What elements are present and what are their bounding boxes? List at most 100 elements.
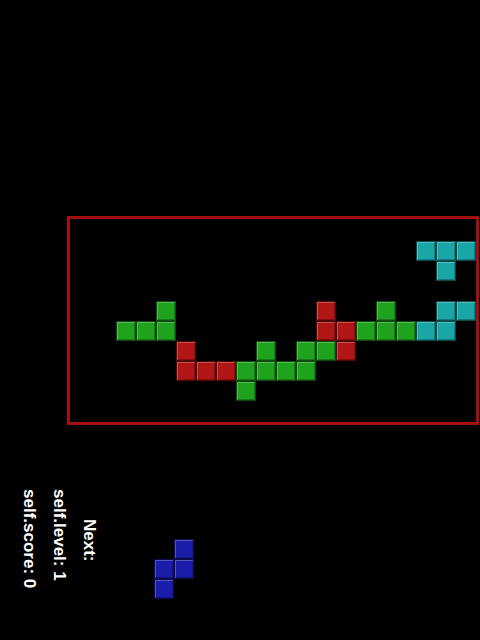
empty-cell [136,361,156,381]
empty-cell [236,401,256,421]
empty-cell [396,361,416,381]
empty-cell [456,401,476,421]
block [316,321,336,341]
empty-cell [116,381,136,401]
empty-cell [396,341,416,361]
block [416,241,436,261]
game-board [67,216,479,425]
empty-cell [136,241,156,261]
empty-cell [316,261,336,281]
block [216,361,236,381]
empty-cell [116,261,136,281]
block [456,241,476,261]
next-label: Next: [80,519,98,562]
empty-cell [116,401,136,421]
empty-cell [376,281,396,301]
empty-cell [236,241,256,261]
empty-cell [76,281,96,301]
empty-cell [256,321,276,341]
block [296,341,316,361]
empty-cell [316,401,336,421]
next-piece [154,539,194,599]
empty-cell [316,241,336,261]
empty-cell [196,281,216,301]
empty-cell [436,361,456,381]
empty-cell [76,241,96,261]
block [256,361,276,381]
block [436,321,456,341]
empty-cell [96,241,116,261]
empty-cell [376,261,396,281]
empty-cell [216,321,236,341]
empty-cell [96,261,116,281]
game-screen: self.score: 0 self.level: 1 Next: [0,0,480,640]
empty-cell [336,301,356,321]
block [256,341,276,361]
level-label: self.level: 1 [50,489,68,581]
empty-cell [296,301,316,321]
empty-cell [296,281,316,301]
block [176,361,196,381]
empty-cell [336,221,356,241]
empty-cell [156,341,176,361]
empty-cell [196,321,216,341]
empty-cell [256,381,276,401]
empty-cell [296,221,316,241]
block [416,321,436,341]
empty-cell [356,261,376,281]
empty-cell [296,321,316,341]
empty-cell [116,301,136,321]
empty-cell [256,221,276,241]
empty-cell [396,241,416,261]
empty-cell [156,401,176,421]
empty-cell [76,321,96,341]
empty-cell [436,381,456,401]
empty-cell [316,361,336,381]
empty-cell [316,281,336,301]
empty-cell [376,381,396,401]
empty-cell [76,401,96,421]
empty-cell [376,241,396,261]
empty-cell [216,401,236,421]
empty-cell [336,241,356,261]
empty-cell [216,221,236,241]
empty-cell [96,361,116,381]
empty-cell [276,381,296,401]
empty-cell [456,381,476,401]
empty-cell [316,221,336,241]
empty-cell [416,281,436,301]
empty-cell [176,301,196,321]
empty-cell [136,401,156,421]
empty-cell [336,401,356,421]
empty-cell [76,301,96,321]
block [376,321,396,341]
empty-cell [76,261,96,281]
empty-cell [176,241,196,261]
empty-cell [416,261,436,281]
empty-cell [356,401,376,421]
empty-cell [376,401,396,421]
empty-cell [376,341,396,361]
block [174,539,194,559]
empty-cell [136,381,156,401]
empty-cell [116,221,136,241]
empty-cell [336,281,356,301]
block [336,341,356,361]
empty-cell [216,241,236,261]
empty-cell [236,301,256,321]
empty-cell [76,361,96,381]
empty-cell [276,301,296,321]
empty-cell [436,341,456,361]
empty-cell [236,281,256,301]
empty-cell [356,221,376,241]
empty-cell [196,241,216,261]
empty-cell [456,341,476,361]
empty-cell [76,221,96,241]
empty-cell [336,361,356,381]
empty-cell [156,381,176,401]
block [376,301,396,321]
block [456,301,476,321]
empty-cell [276,261,296,281]
empty-cell [256,241,276,261]
empty-cell [136,301,156,321]
